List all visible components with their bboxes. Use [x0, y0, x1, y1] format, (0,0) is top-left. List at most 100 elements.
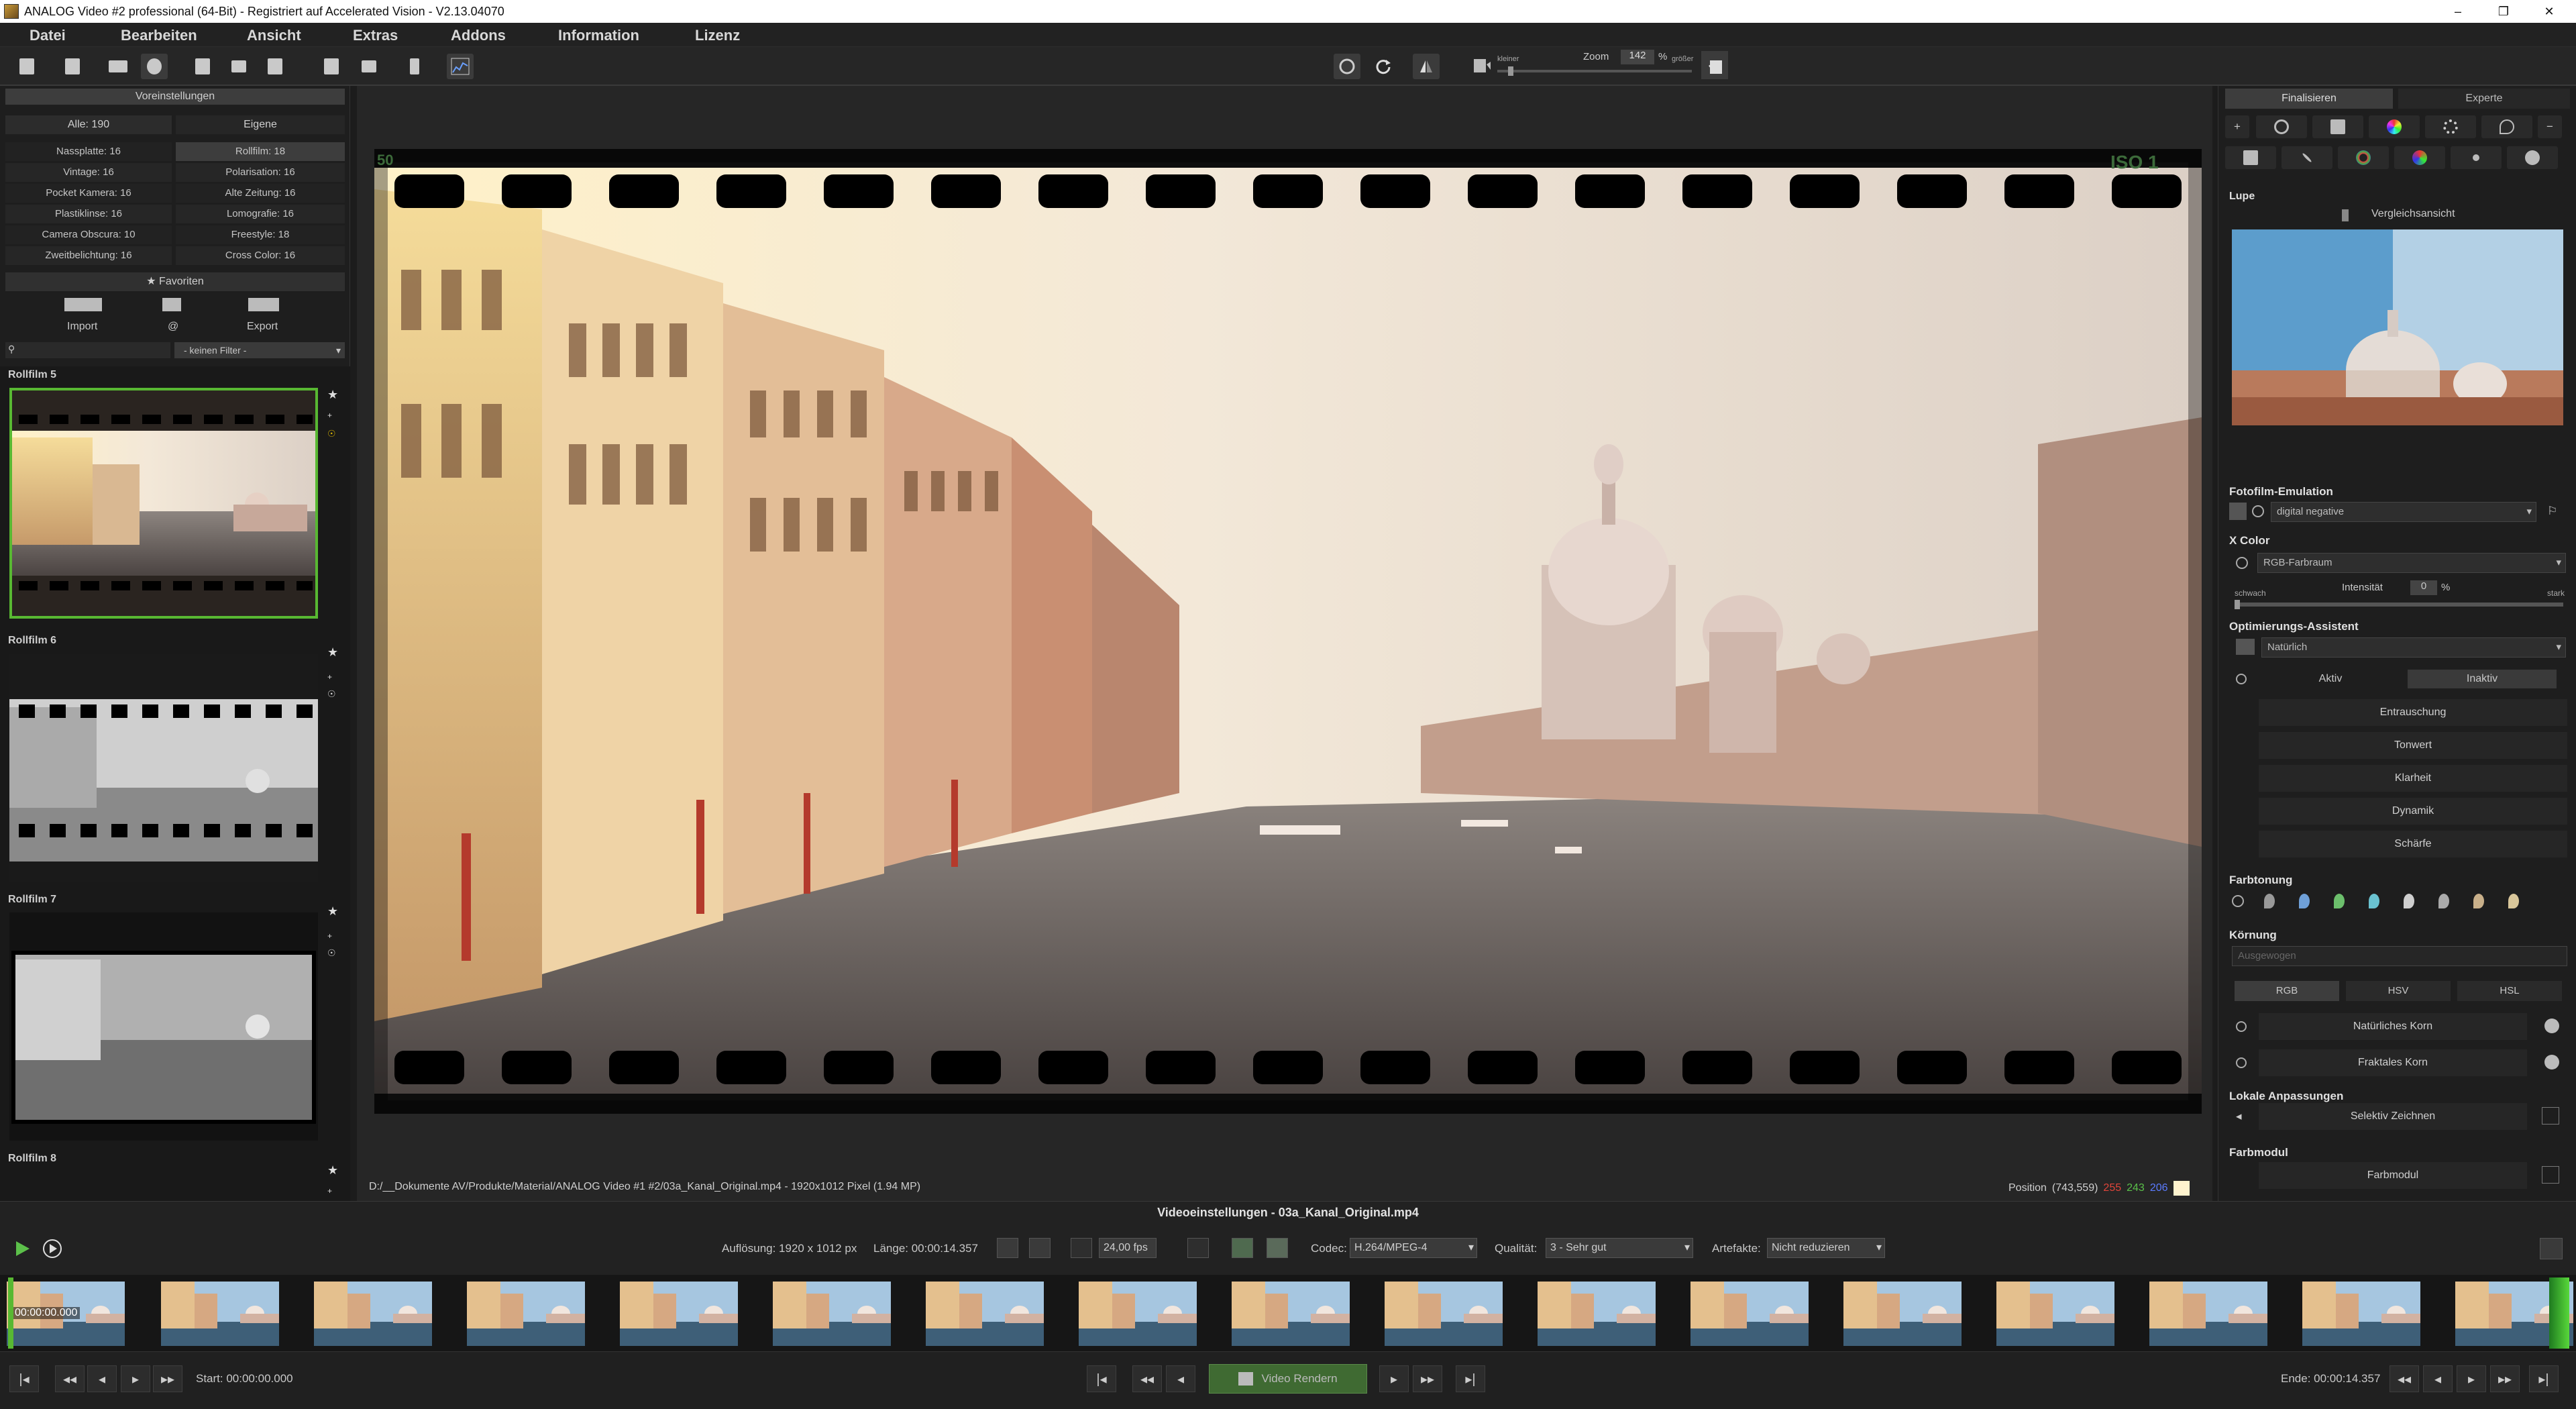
timeline-frame[interactable] — [1385, 1282, 1503, 1346]
prev-keyframe-button[interactable]: ◂◂ — [2390, 1365, 2419, 1392]
timeline-frame[interactable] — [2149, 1282, 2267, 1346]
export-button[interactable] — [262, 54, 288, 79]
grain-select[interactable]: Ausgewogen — [2232, 946, 2567, 966]
playhead-end[interactable] — [2549, 1277, 2569, 1349]
menu-bearbeiten[interactable]: Bearbeiten — [121, 27, 197, 44]
star-icon[interactable]: ★ — [327, 904, 338, 919]
open-video-button[interactable] — [105, 54, 131, 79]
info-button[interactable] — [401, 54, 428, 79]
timeline-frame[interactable] — [1538, 1282, 1656, 1346]
add-icon[interactable]: + — [2225, 115, 2249, 138]
prev-frame-button[interactable]: ◂ — [2423, 1365, 2453, 1392]
flag-icon[interactable]: ⚐ — [2547, 505, 2558, 518]
menu-extras[interactable]: Extras — [353, 27, 398, 44]
tone-item[interactable]: Tonwert — [2259, 732, 2567, 759]
next-frame-button[interactable]: ▸ — [121, 1365, 150, 1392]
favorites-button[interactable]: ★ Favoriten — [5, 272, 345, 291]
tone-drop-icon[interactable] — [2508, 894, 2519, 908]
apply-icon[interactable]: ☉ — [327, 428, 336, 439]
prev-frame-button[interactable]: ◂ — [1166, 1365, 1195, 1392]
tab-all-presets[interactable]: Alle: 190 — [5, 115, 172, 134]
close-button[interactable]: ✕ — [2528, 0, 2571, 23]
zoom-value[interactable]: 142 — [1621, 50, 1654, 64]
import-label[interactable]: Import — [67, 321, 97, 333]
menu-lizenz[interactable]: Lizenz — [695, 27, 740, 44]
histogram-button[interactable] — [447, 54, 474, 79]
timeline-frame[interactable] — [926, 1282, 1044, 1346]
play-preview-button[interactable] — [39, 1235, 66, 1262]
expand-icon[interactable] — [2542, 1166, 2559, 1184]
preset-category[interactable]: Cross Color: 16 — [176, 246, 345, 265]
filter-select[interactable]: - keinen Filter - ▾ — [174, 342, 345, 358]
film-emulation-select[interactable]: digital negative ▾ — [2271, 502, 2536, 522]
minimize-button[interactable]: – — [2436, 0, 2479, 23]
timeline-frame[interactable] — [1690, 1282, 1809, 1346]
save-button[interactable] — [189, 54, 216, 79]
preset-category[interactable]: Alte Zeitung: 16 — [176, 184, 345, 203]
timeline-frame[interactable] — [1232, 1282, 1350, 1346]
go-start-button[interactable]: |◂ — [1087, 1365, 1116, 1392]
gallery-thumbnail-selected[interactable] — [9, 388, 318, 619]
timeline-frame[interactable] — [314, 1282, 432, 1346]
minus-icon[interactable]: − — [2538, 115, 2562, 138]
star-icon[interactable]: ★ — [327, 388, 338, 402]
next-frame-button[interactable]: ▸ — [1379, 1365, 1409, 1392]
tone-drop-icon[interactable] — [2264, 894, 2275, 908]
color-module-item[interactable]: Farbmodul — [2259, 1162, 2527, 1189]
prev-keyframe-button[interactable]: ◂◂ — [1132, 1365, 1162, 1392]
menu-ansicht[interactable]: Ansicht — [247, 27, 301, 44]
go-start-button[interactable]: |◂ — [9, 1365, 39, 1392]
denoise-item[interactable]: Entrauschung — [2259, 699, 2567, 726]
gear-icon[interactable] — [2425, 115, 2476, 138]
selective-draw-item[interactable]: Selektiv Zeichnen — [2259, 1103, 2527, 1130]
preset-category[interactable]: Camera Obscura: 10 — [5, 225, 172, 244]
grid-icon[interactable] — [2229, 503, 2247, 520]
preset-category[interactable]: Freestyle: 18 — [176, 225, 345, 244]
brush-icon[interactable] — [2282, 146, 2332, 169]
preset-category[interactable]: Lomografie: 16 — [176, 205, 345, 223]
settings-gear-icon[interactable] — [2507, 146, 2558, 169]
grid-icon[interactable] — [162, 298, 181, 311]
zoom-out-icon[interactable] — [1472, 55, 1492, 75]
play-button[interactable] — [9, 1235, 36, 1262]
playhead-start[interactable] — [8, 1277, 13, 1349]
grain-settings-icon[interactable] — [2544, 1019, 2559, 1033]
inactive-button[interactable]: Inaktiv — [2408, 670, 2557, 688]
grain-mode-hsl[interactable]: HSL — [2457, 981, 2562, 1001]
tone-drop-icon[interactable] — [2299, 894, 2310, 908]
timeline-frame[interactable] — [1996, 1282, 2114, 1346]
timeline-frame[interactable] — [2302, 1282, 2420, 1346]
export-label[interactable]: Export — [247, 321, 278, 333]
go-end-button[interactable]: ▸| — [2529, 1365, 2559, 1392]
tone-drop-icon[interactable] — [2334, 894, 2345, 908]
tab-expert[interactable]: Experte — [2398, 89, 2570, 109]
grid-icon[interactable] — [2236, 639, 2255, 655]
tab-own-presets[interactable]: Eigene — [176, 115, 345, 134]
timeline-frame[interactable] — [467, 1282, 585, 1346]
zoom-in-button[interactable] — [1701, 51, 1728, 79]
sharpness-item[interactable]: Schärfe — [2259, 831, 2567, 857]
next-keyframe-button[interactable]: ▸▸ — [153, 1365, 182, 1392]
preset-category[interactable]: Rollfilm: 18 — [176, 142, 345, 161]
xcolor-select[interactable]: RGB-Farbraum ▾ — [2257, 553, 2566, 573]
maximize-button[interactable]: ❐ — [2482, 0, 2525, 23]
print-button[interactable] — [225, 54, 252, 79]
prev-frame-button[interactable]: ◂ — [87, 1365, 117, 1392]
grain-mode-hsv[interactable]: HSV — [2346, 981, 2451, 1001]
intensity-value[interactable]: 0 — [2410, 580, 2437, 595]
audio-button[interactable] — [1232, 1238, 1253, 1258]
render-video-button[interactable]: Video Rendern — [1209, 1364, 1367, 1394]
natural-grain-item[interactable]: Natürliches Korn — [2259, 1013, 2527, 1040]
timeline-frame[interactable] — [161, 1282, 279, 1346]
sharpen-icon[interactable] — [2451, 146, 2502, 169]
codec-select[interactable]: H.264/MPEG-4 ▾ — [1350, 1238, 1477, 1258]
preset-category[interactable]: Polarisation: 16 — [176, 163, 345, 182]
refresh-button[interactable] — [1370, 54, 1397, 79]
assistant-select[interactable]: Natürlich ▾ — [2261, 637, 2566, 658]
timeline-frame[interactable] — [773, 1282, 891, 1346]
grain-settings-icon[interactable] — [2544, 1055, 2559, 1069]
grain-mode-rgb[interactable]: RGB — [2235, 981, 2339, 1001]
eye-icon[interactable] — [2236, 1057, 2247, 1068]
active-button[interactable]: Aktiv — [2259, 670, 2402, 688]
video-options-button[interactable] — [2540, 1238, 2563, 1259]
